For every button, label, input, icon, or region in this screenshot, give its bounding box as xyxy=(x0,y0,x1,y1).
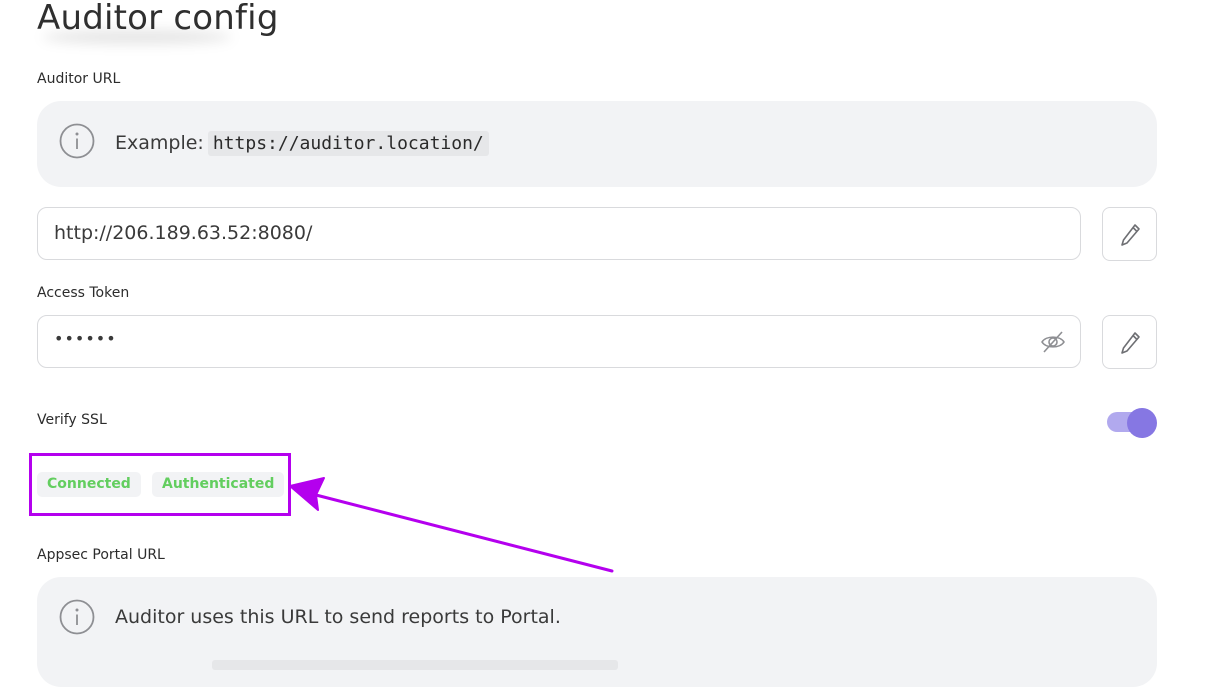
auditor-url-input[interactable]: http://206.189.63.52:8080/ xyxy=(37,207,1081,260)
auditor-url-info-box: Example: https://auditor.location/ xyxy=(37,101,1157,187)
auditor-url-label: Auditor URL xyxy=(37,71,121,87)
appsec-portal-url-label: Appsec Portal URL xyxy=(37,547,165,563)
example-url-code: https://auditor.location/ xyxy=(207,131,489,156)
annotation-highlight-box xyxy=(29,453,291,516)
appsec-portal-info-text: Auditor uses this URL to send reports to… xyxy=(115,606,561,628)
info-icon xyxy=(59,123,95,159)
pencil-icon xyxy=(1121,224,1140,246)
access-token-label: Access Token xyxy=(37,285,130,301)
auditor-url-value: http://206.189.63.52:8080/ xyxy=(54,222,313,244)
appsec-portal-info-box: Auditor uses this URL to send reports to… xyxy=(37,577,1157,687)
page-title: Auditor config xyxy=(37,0,279,38)
auditor-url-info-text: Example: https://auditor.location/ xyxy=(115,131,489,156)
edit-access-token-button[interactable] xyxy=(1102,315,1157,369)
edit-auditor-url-button[interactable] xyxy=(1102,207,1157,261)
pencil-icon xyxy=(1121,332,1140,354)
verify-ssl-toggle[interactable] xyxy=(1107,408,1157,438)
info-prefix: Example: xyxy=(115,132,204,154)
verify-ssl-label: Verify SSL xyxy=(37,412,107,428)
access-token-value: •••••• xyxy=(54,329,117,348)
info-icon xyxy=(59,599,95,635)
eye-off-icon[interactable] xyxy=(1040,329,1066,355)
example-url-code-peek xyxy=(212,660,618,670)
toggle-thumb xyxy=(1127,408,1157,438)
access-token-input[interactable]: •••••• xyxy=(37,315,1081,368)
